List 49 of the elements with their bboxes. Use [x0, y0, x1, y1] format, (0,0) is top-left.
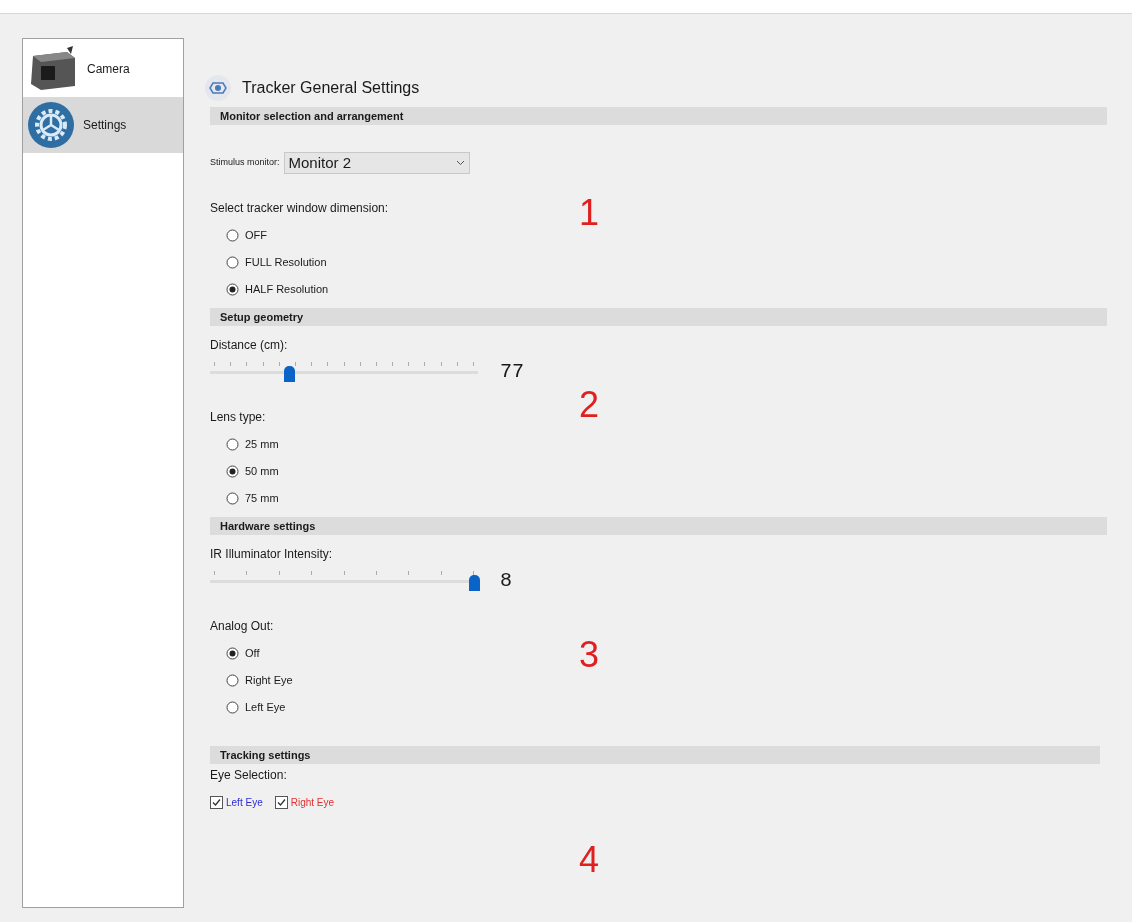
option-label[interactable]: OFF: [245, 226, 267, 244]
checkbox[interactable]: [210, 795, 223, 809]
option-label[interactable]: 75 mm: [245, 489, 279, 507]
group-label: Lens type:: [210, 409, 266, 426]
slider-thumb[interactable]: [469, 575, 480, 591]
slider-value: 77: [500, 359, 524, 385]
radio-button[interactable]: [226, 700, 239, 714]
slider-value: 8: [500, 568, 512, 594]
group-label: Select tracker window dimension:: [210, 200, 389, 217]
slider[interactable]: [210, 569, 478, 593]
annotation-number: 3: [579, 637, 600, 673]
checkbox[interactable]: [274, 795, 288, 809]
field-label: Stimulus monitor:: [210, 156, 280, 170]
gear-icon: [27, 101, 75, 149]
caret-icon: [455, 160, 465, 166]
sidebar-item[interactable]: Settings: [23, 97, 183, 153]
radio-button[interactable]: [226, 464, 239, 478]
radio-button[interactable]: [226, 673, 239, 687]
annotation-number: 4: [579, 842, 600, 878]
slider[interactable]: [210, 360, 478, 384]
annotation-number: 2: [579, 387, 600, 423]
page-title: Tracker General Settings: [242, 78, 420, 98]
annotation-number: 1: [579, 195, 600, 231]
option-label[interactable]: 50 mm: [245, 462, 279, 480]
radio-button[interactable]: [226, 491, 239, 505]
slider-thumb[interactable]: [284, 366, 296, 382]
slider-label: Distance (cm):: [210, 337, 288, 354]
option-label[interactable]: 25 mm: [245, 435, 279, 453]
radio-button[interactable]: [226, 437, 239, 451]
section-header: Hardware settings: [210, 517, 1107, 535]
option-label[interactable]: Right Eye: [245, 671, 293, 689]
radio-button[interactable]: [226, 228, 239, 242]
logo-icon: [204, 74, 232, 102]
option-label[interactable]: HALF Resolution: [245, 280, 329, 298]
option-label[interactable]: Left Eye: [226, 794, 263, 810]
section-header: Tracking settings: [210, 746, 1100, 764]
option-label[interactable]: Off: [245, 644, 260, 662]
option-label[interactable]: Left Eye: [245, 698, 286, 716]
section-header: Monitor selection and arrangement: [210, 107, 1107, 125]
slider-label: IR Illuminator Intensity:: [210, 546, 333, 563]
option-label[interactable]: Right Eye: [290, 794, 335, 810]
option-label[interactable]: FULL Resolution: [245, 253, 327, 271]
monitor-dropdown[interactable]: Monitor 2: [283, 152, 470, 174]
group-label: Analog Out:: [210, 618, 274, 635]
radio-button[interactable]: [226, 282, 239, 296]
section-header: Setup geometry: [210, 308, 1107, 326]
radio-button[interactable]: [226, 255, 239, 269]
group-label: Eye Selection:: [210, 767, 287, 784]
radio-button[interactable]: [226, 646, 239, 660]
